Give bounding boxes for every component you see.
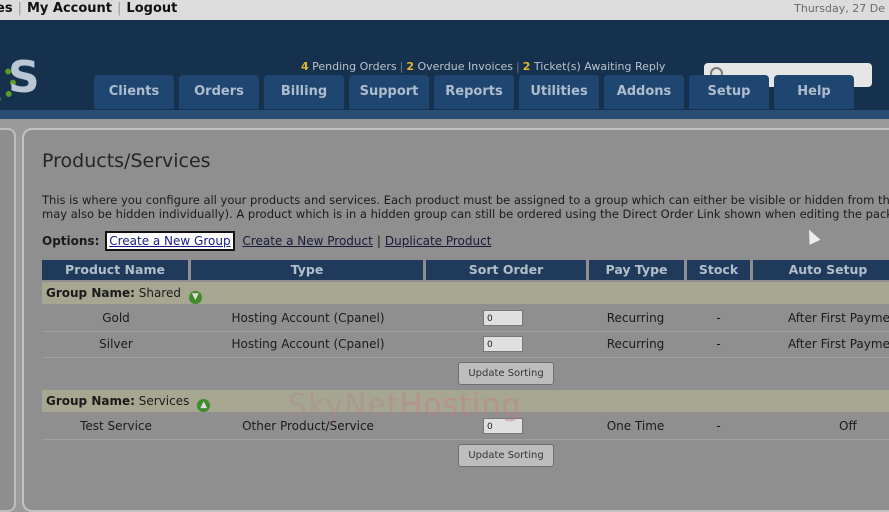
logo-letter: S (8, 52, 40, 103)
create-new-group-link[interactable]: Create a New Group (105, 231, 235, 251)
page-description: This is where you configure all your pro… (42, 193, 889, 221)
product-name-cell[interactable]: Silver (42, 332, 190, 357)
my-account-link[interactable]: My Account (27, 1, 112, 16)
duplicate-product-link[interactable]: Duplicate Product (385, 234, 492, 248)
pay-type-cell: Recurring (606, 311, 665, 325)
top-links: es | My Account | Logout (0, 1, 177, 16)
pay-type-cell: Recurring (606, 337, 665, 351)
tab-addons[interactable]: Addons (604, 75, 684, 109)
tab-orders[interactable]: Orders (179, 75, 259, 109)
sort-order-input[interactable]: 0 (483, 336, 523, 352)
tab-setup[interactable]: Setup (689, 75, 769, 109)
auto-setup-cell: After First Paymen (788, 311, 889, 325)
stock-cell: - (716, 419, 721, 433)
nav-underline (0, 110, 889, 119)
overdue-invoices-link[interactable]: 2 Overdue Invoices (406, 60, 513, 73)
stock-cell: - (716, 311, 721, 325)
watermark: SkyNetHosting (288, 388, 522, 423)
col-sort-order[interactable]: Sort Order (426, 260, 586, 280)
table-row: Silver Hosting Account (Cpanel) 0 Recurr… (42, 332, 889, 358)
col-stock[interactable]: Stock (687, 260, 750, 280)
alerts-bar: 4 Pending Orders | 2 Overdue Invoices | 2 Ti… (301, 60, 666, 73)
tab-reports[interactable]: Reports (434, 75, 514, 109)
page-title: Products/Services (42, 150, 211, 172)
type-cell: Hosting Account (Cpanel) (231, 311, 385, 325)
group-name: Services (138, 394, 190, 408)
top-bar: es | My Account | Logout Thursday, 27 De (0, 0, 889, 20)
col-type[interactable]: Type (191, 260, 423, 280)
auto-setup-cell: After First Paymen (788, 337, 889, 351)
sort-order-input[interactable]: 0 (483, 310, 523, 326)
col-product-name[interactable]: Product Name (42, 260, 188, 280)
update-sorting-button[interactable]: Update Sorting (458, 444, 554, 467)
tab-clients[interactable]: Clients (94, 75, 174, 109)
tab-billing[interactable]: Billing (264, 75, 344, 109)
tab-utilities[interactable]: Utilities (519, 75, 599, 109)
pay-type-cell: One Time (606, 419, 665, 433)
product-name-cell[interactable]: Gold (42, 306, 190, 331)
arrow-up-icon[interactable]: ▲ (197, 399, 211, 412)
stock-cell: - (716, 337, 721, 351)
sidebar-panel (0, 128, 16, 512)
description-line-1: This is where you configure all your pro… (42, 193, 889, 207)
top-link-partial[interactable]: es (0, 1, 13, 16)
pending-orders-link[interactable]: 4 Pending Orders (301, 60, 397, 73)
logout-link[interactable]: Logout (126, 1, 177, 16)
options-label: Options: (42, 234, 100, 248)
group-label: Group Name: (46, 394, 135, 408)
group-row-shared: Group Name: Shared ▼ (42, 282, 889, 304)
tab-help[interactable]: Help (774, 75, 854, 109)
auto-setup-cell: Off (839, 419, 857, 433)
group-label: Group Name: (46, 286, 135, 300)
update-sorting-button[interactable]: Update Sorting (458, 362, 554, 385)
arrow-down-icon[interactable]: ▼ (188, 291, 202, 304)
col-pay-type[interactable]: Pay Type (589, 260, 684, 280)
group-name: Shared (138, 286, 181, 300)
col-auto-setup[interactable]: Auto Setup (753, 260, 889, 280)
create-new-product-link[interactable]: Create a New Product (242, 234, 372, 248)
product-name-cell[interactable]: Test Service (42, 414, 190, 439)
options-bar: Options: Create a New Group Create a New… (42, 231, 492, 251)
tickets-link[interactable]: 2 Ticket(s) Awaiting Reply (523, 60, 666, 73)
tab-support[interactable]: Support (349, 75, 429, 109)
logo[interactable]: S (0, 52, 58, 108)
date-display: Thursday, 27 De (794, 2, 885, 15)
table-row: Gold Hosting Account (Cpanel) 0 Recurrin… (42, 306, 889, 332)
type-cell: Hosting Account (Cpanel) (231, 337, 385, 351)
description-line-2: may also be hidden individually). A prod… (42, 207, 889, 221)
